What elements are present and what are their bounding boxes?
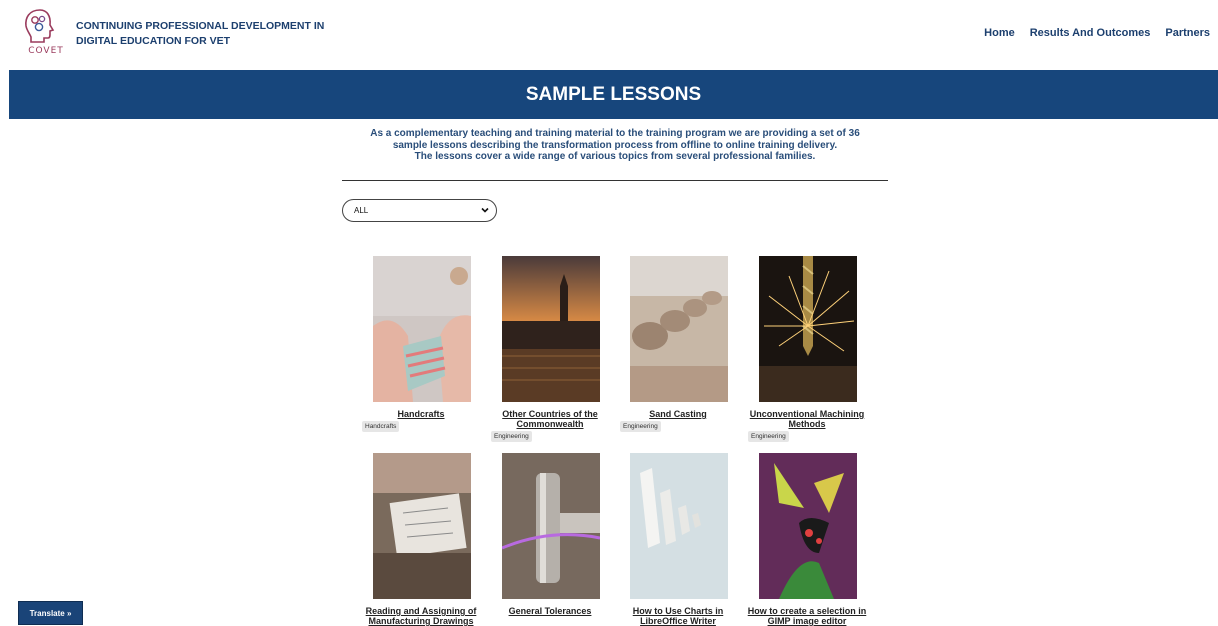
- lesson-thumbnail-sand-casting[interactable]: [630, 256, 728, 402]
- lesson-thumbnail-drawings[interactable]: [373, 453, 471, 599]
- site-title[interactable]: CONTINUING PROFESSIONAL DEVELOPMENT IN D…: [76, 19, 336, 49]
- lesson-tag[interactable]: Engineering: [748, 431, 789, 442]
- lesson-title-line-1[interactable]: Handcrafts: [357, 409, 485, 419]
- nav-results-and-outcomes[interactable]: Results And Outcomes: [1030, 27, 1151, 39]
- lesson-title-line-1[interactable]: How to Use Charts in: [614, 606, 742, 616]
- lesson-tag[interactable]: Engineering: [620, 421, 661, 432]
- filter-selected-value: ALL: [354, 206, 369, 215]
- intro-line-2: sample lessons describing the transforma…: [392, 139, 838, 151]
- intro-line-3: The lessons cover a wide range of variou…: [414, 151, 816, 162]
- lesson-title-line-1[interactable]: Reading and Assigning of: [357, 606, 485, 616]
- page-title: SAMPLE LESSONS: [525, 84, 702, 105]
- nav-home[interactable]: Home: [984, 27, 1015, 39]
- lesson-title-line-2[interactable]: Commonwealth: [486, 419, 614, 429]
- lesson-title-line-1[interactable]: Other Countries of the: [486, 409, 614, 419]
- lesson-title[interactable]: Handcrafts: [357, 409, 485, 419]
- lesson-tag[interactable]: Handcrafts: [362, 421, 400, 432]
- lesson-thumbnail-butterfly[interactable]: [759, 453, 857, 599]
- lesson-thumbnail-london[interactable]: [502, 256, 600, 402]
- covet-logo[interactable]: COVET: [20, 6, 63, 62]
- main-nav: Home Results And Outcomes Partners: [984, 27, 1210, 39]
- intro-line-1: As a complementary teaching and training…: [370, 128, 860, 139]
- lesson-title-line-2[interactable]: Methods: [743, 419, 871, 429]
- lesson-title[interactable]: General Tolerances: [486, 606, 614, 616]
- translate-button[interactable]: Translate »: [18, 601, 83, 625]
- lesson-title-line-1[interactable]: General Tolerances: [486, 606, 614, 616]
- page-banner: SAMPLE LESSONS: [9, 70, 1218, 119]
- lesson-title[interactable]: Other Countries of the Commonwealth: [486, 409, 614, 429]
- site-header: COVET CONTINUING PROFESSIONAL DEVELOPMEN…: [0, 0, 1218, 70]
- divider: [342, 180, 888, 181]
- lesson-title[interactable]: How to create a selection in GIMP image …: [743, 606, 871, 626]
- chevron-down-icon: [481, 207, 489, 213]
- lesson-title-line-1[interactable]: Unconventional Machining: [743, 409, 871, 419]
- lesson-title[interactable]: Sand Casting: [614, 409, 742, 419]
- lesson-title-line-1[interactable]: How to create a selection in: [743, 606, 871, 616]
- lesson-thumbnail-drill-sparks[interactable]: [759, 256, 857, 402]
- head-gears-icon: [25, 9, 55, 43]
- lesson-title[interactable]: How to Use Charts in LibreOffice Writer: [614, 606, 742, 626]
- intro-text: As a complementary teaching and training…: [342, 128, 888, 163]
- lesson-thumbnail-caliper[interactable]: [502, 453, 600, 599]
- lesson-title[interactable]: Unconventional Machining Methods: [743, 409, 871, 429]
- lesson-thumbnail-knitting[interactable]: [373, 256, 471, 402]
- lesson-thumbnail-bar-chart[interactable]: [630, 453, 728, 599]
- lesson-title[interactable]: Reading and Assigning of Manufacturing D…: [357, 606, 485, 626]
- category-filter-select[interactable]: ALL: [342, 199, 497, 222]
- lesson-tag[interactable]: Engineering: [491, 431, 532, 442]
- lesson-title-line-1[interactable]: Sand Casting: [614, 409, 742, 419]
- nav-partners[interactable]: Partners: [1165, 27, 1210, 39]
- logo-text: COVET: [28, 46, 64, 56]
